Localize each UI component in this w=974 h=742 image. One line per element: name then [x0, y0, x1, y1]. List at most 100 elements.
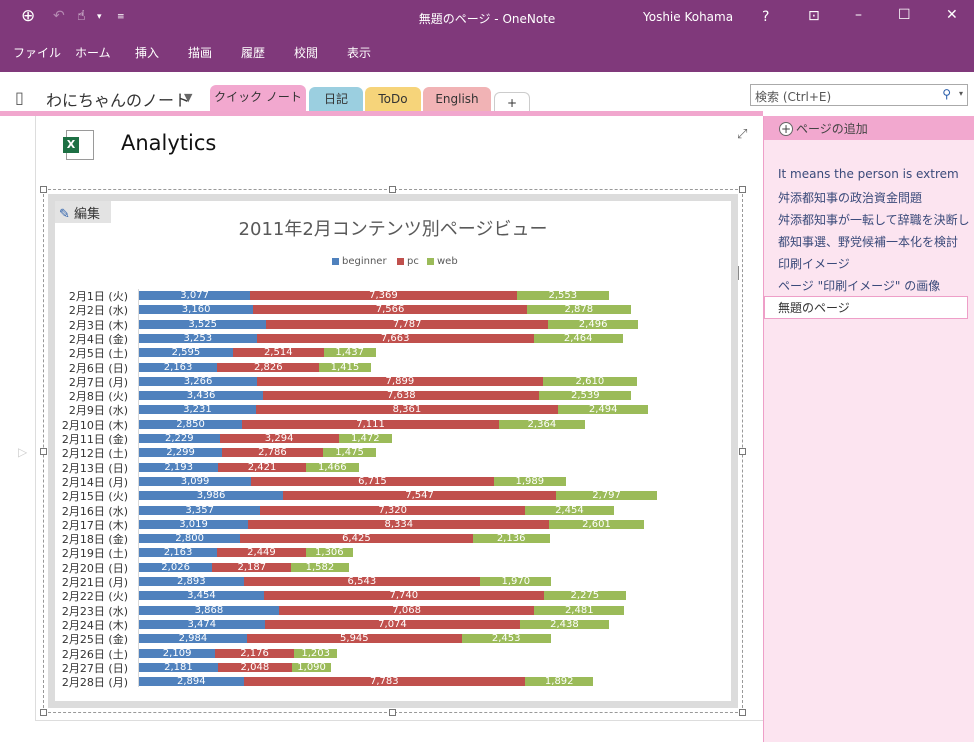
data-label: 8,334 [384, 518, 414, 530]
data-label: 7,783 [370, 676, 399, 688]
data-label: 2,610 [575, 375, 605, 387]
data-label: 3,357 [185, 504, 214, 516]
data-label: 7,074 [378, 618, 407, 630]
data-label: 2,048 [240, 661, 270, 673]
tab-diary[interactable]: 日記 [309, 87, 363, 112]
data-label: 3,474 [187, 618, 217, 630]
data-label: 1,306 [315, 547, 344, 559]
add-section-button[interactable]: + [494, 92, 530, 112]
data-label: 2,229 [164, 433, 194, 444]
excel-file-icon[interactable]: X [63, 130, 94, 160]
add-page-button[interactable]: + ページの追加 [764, 116, 974, 140]
menu-home[interactable]: ホーム [75, 44, 111, 61]
data-label: 2,026 [161, 561, 190, 573]
data-label: 1,892 [544, 676, 574, 688]
data-label: 1,466 [317, 461, 347, 473]
data-label: 3,868 [194, 604, 224, 616]
maximize-icon[interactable]: ☐ [898, 7, 911, 23]
data-label: 1,989 [515, 475, 545, 487]
page-list-item[interactable]: 無題のページ [778, 299, 970, 316]
resize-handle[interactable] [739, 709, 746, 716]
notebook-icon: ▯ [15, 88, 24, 107]
menu-file[interactable]: ファイル [13, 44, 61, 61]
search-input[interactable]: 検索 (Ctrl+E) ⚲ ▾ [750, 84, 968, 106]
legend-swatch [332, 257, 339, 265]
search-icon[interactable]: ⚲ [942, 87, 951, 101]
menu-history[interactable]: 履歴 [241, 44, 265, 61]
page-list-pane: + ページの追加 It means the person is extrem 舛添都… [763, 116, 974, 742]
data-label: 1,415 [330, 361, 360, 373]
page-list-item[interactable]: 舛添都知事が一転して辞職を決断し [778, 211, 970, 228]
resize-handle[interactable] [40, 709, 47, 716]
tab-quick-notes[interactable]: クイック ノート [210, 85, 306, 112]
data-label: 1,090 [297, 661, 326, 673]
data-label: 2,181 [164, 661, 193, 673]
data-label: 2,421 [247, 461, 277, 473]
resize-handle[interactable] [389, 709, 396, 716]
page-list-item[interactable]: It means the person is extrem [778, 167, 970, 181]
data-label: 7,320 [378, 504, 408, 516]
data-label: 2,797 [592, 490, 621, 502]
page-list-item[interactable]: ページ "印刷イメージ" の画像 [778, 277, 970, 294]
data-label: 2,894 [176, 676, 206, 688]
minimize-icon[interactable]: – [855, 7, 862, 23]
data-label: 3,525 [188, 318, 218, 330]
resize-handle[interactable] [40, 448, 47, 455]
paragraph-handle-icon[interactable]: ▷ [18, 445, 27, 459]
expand-icon[interactable]: ⤢ [737, 127, 747, 142]
data-label: 2,163 [163, 361, 193, 373]
data-label: 2,539 [570, 390, 600, 402]
data-label: 3,253 [183, 332, 213, 344]
resize-handle[interactable] [40, 186, 47, 193]
data-label: 2,786 [258, 447, 287, 459]
data-label: 2,449 [247, 547, 276, 559]
page-list-item[interactable]: 印刷イメージ [778, 255, 970, 272]
legend-label: beginner [342, 256, 387, 267]
data-label: 2,193 [164, 461, 193, 473]
data-label: 2,984 [178, 633, 208, 645]
notebook-name[interactable]: わにちゃんのノート [46, 87, 190, 111]
close-icon[interactable]: ✕ [946, 7, 958, 23]
data-label: 7,899 [385, 375, 415, 387]
menu-view[interactable]: 表示 [347, 44, 371, 61]
page-list-item[interactable]: 都知事選、野党候補一本化を検討 [778, 233, 970, 250]
data-label: 3,160 [181, 304, 211, 316]
menu-review[interactable]: 校閲 [294, 44, 318, 61]
data-label: 3,266 [183, 375, 213, 387]
data-label: 2,494 [588, 404, 618, 416]
data-label: 7,566 [375, 304, 405, 316]
page-title[interactable]: Analytics [121, 131, 216, 155]
plus-circle-icon: + [779, 122, 793, 136]
chart: ✎ 編集 2011年2月コンテンツ別ページビュー beginner pc web 2月… [55, 201, 731, 701]
help-button[interactable]: ? [762, 9, 769, 25]
data-label: 2,850 [176, 418, 205, 430]
menu-insert[interactable]: 挿入 [135, 44, 159, 61]
search-scope-dropdown-icon[interactable]: ▾ [959, 89, 963, 98]
ribbon-display-icon[interactable]: ⊡ [808, 8, 820, 24]
data-label: 7,068 [392, 604, 421, 616]
page-border [35, 116, 36, 720]
resize-handle[interactable] [739, 448, 746, 455]
data-label: 2,878 [564, 304, 594, 316]
notebook-dropdown-icon[interactable]: ▼ [184, 91, 192, 104]
tab-english[interactable]: English [423, 87, 491, 112]
resize-handle[interactable] [739, 186, 746, 193]
resize-handle[interactable] [389, 186, 396, 193]
page-list-item[interactable]: 舛添都知事の政治資金問題 [778, 189, 970, 206]
category-label: 2月28日 (月) [61, 676, 128, 690]
data-label: 3,294 [264, 433, 294, 444]
user-name[interactable]: Yoshie Kohama [643, 10, 733, 24]
data-label: 2,496 [578, 318, 608, 330]
data-label: 5,945 [340, 633, 369, 645]
data-label: 6,715 [358, 475, 387, 487]
data-label: 3,986 [196, 490, 226, 502]
data-label: 1,437 [335, 347, 365, 359]
tab-todo[interactable]: ToDo [365, 87, 421, 112]
legend-item: beginner [332, 256, 387, 267]
data-label: 3,099 [180, 475, 210, 487]
menu-draw[interactable]: 描画 [188, 44, 212, 61]
legend-swatch [427, 257, 434, 265]
data-label: 3,436 [186, 390, 216, 402]
data-label: 7,663 [380, 332, 410, 344]
data-label: 1,475 [335, 447, 364, 459]
